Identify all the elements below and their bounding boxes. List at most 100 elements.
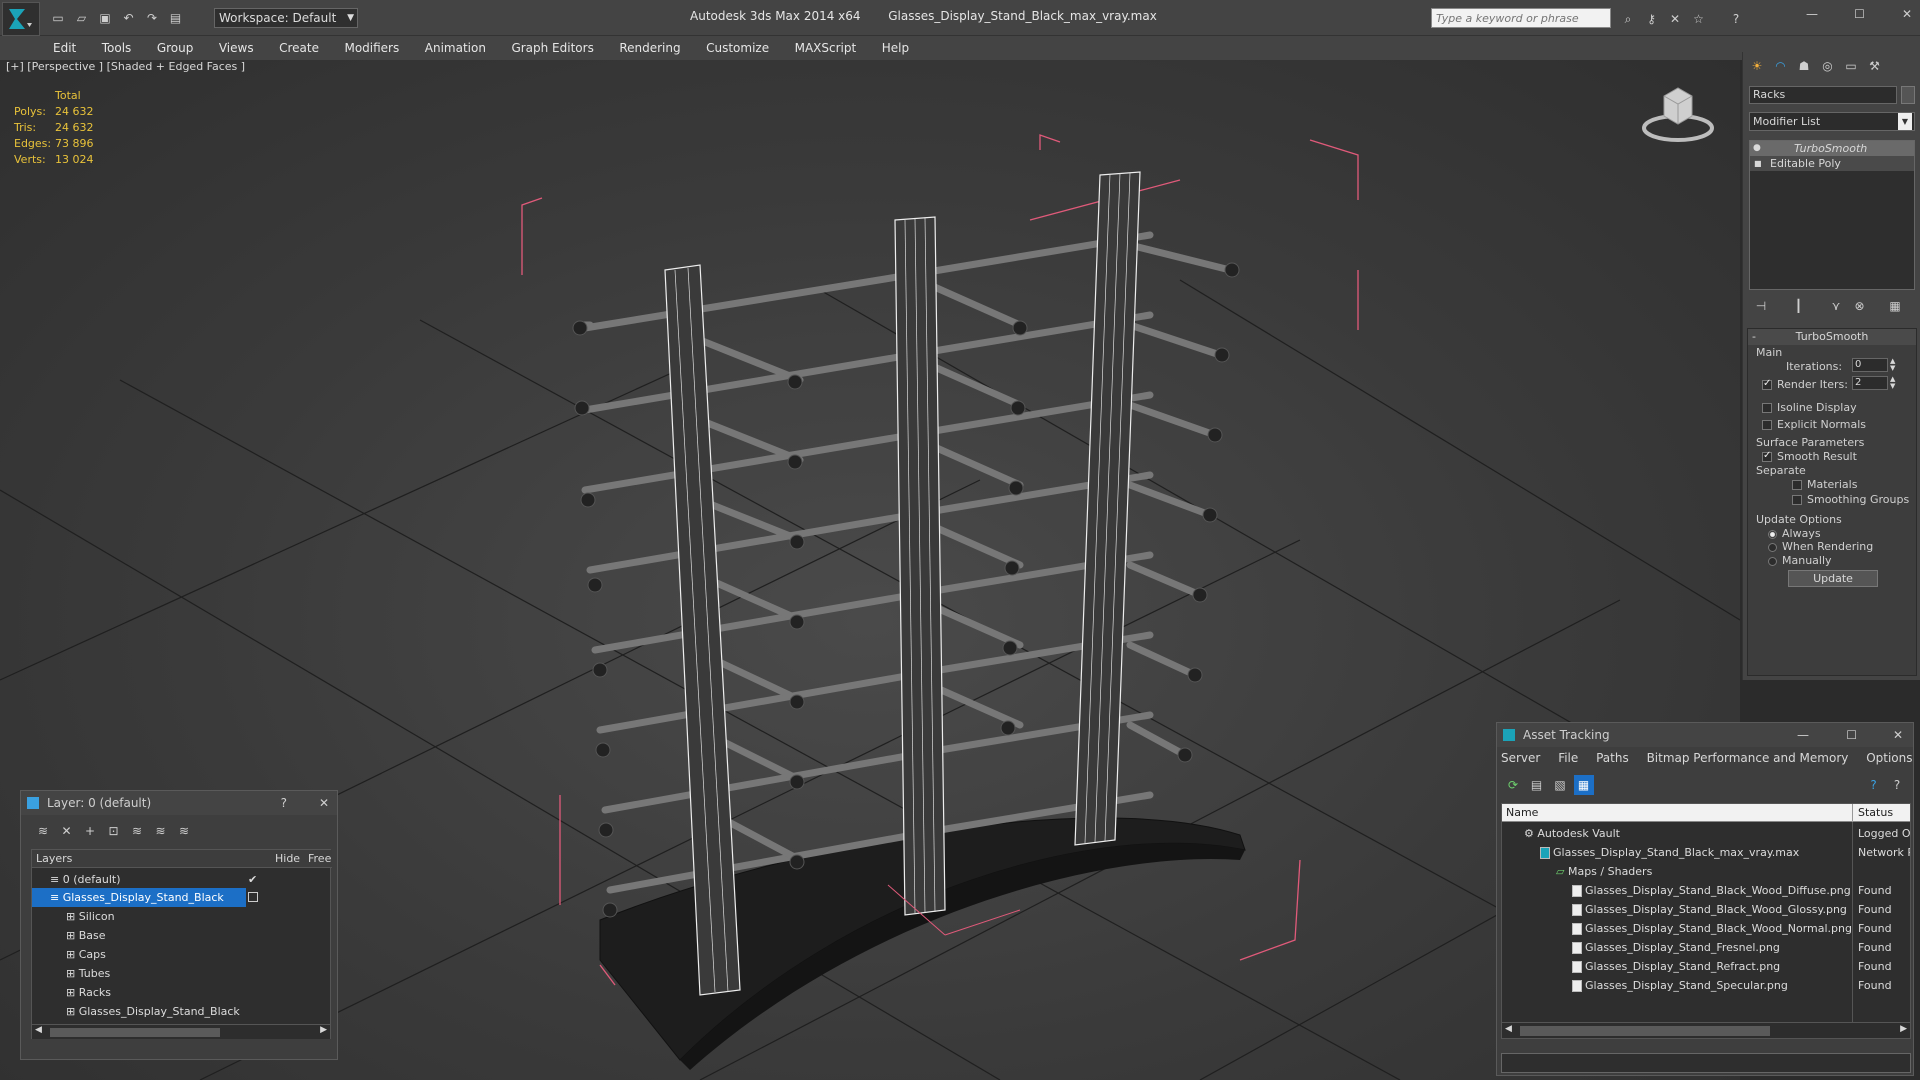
freeze-all-icon[interactable]: ≋ [174,821,194,841]
open-file-icon[interactable]: ▱ [72,8,92,28]
update-button[interactable]: Update [1788,570,1878,587]
always-row[interactable]: Always [1768,527,1821,540]
viewcube[interactable] [1640,82,1716,146]
asset-menu-bitmap[interactable]: Bitmap Performance and Memory [1647,751,1849,765]
modifier-list-dropdown[interactable]: Modifier List ▼ [1749,112,1915,131]
search-input[interactable] [1431,8,1611,28]
thumbnail-view-icon[interactable]: ▧ [1550,775,1570,795]
list-view-icon[interactable]: ▤ [1527,775,1547,795]
expand-icon[interactable]: ■ [1754,156,1762,171]
smoothing-groups-checkbox[interactable] [1792,495,1802,505]
refresh-icon[interactable]: ⟳ [1503,775,1523,795]
save-file-icon[interactable]: ▣ [95,8,115,28]
remove-modifier-icon[interactable]: ⊗ [1850,296,1870,316]
layer-window-titlebar[interactable]: Layer: 0 (default) ? ✕ [21,791,337,815]
asset-scrollbar[interactable]: ◀ ▶ [1502,1022,1910,1038]
layer-row[interactable]: ⊞ Silicon [32,907,332,926]
modify-icon[interactable]: ◠ [1771,56,1791,76]
maximize-icon[interactable]: ☐ [1846,723,1857,747]
hide-all-icon[interactable]: ≋ [151,821,171,841]
scroll-thumb[interactable] [50,1028,220,1037]
asset-row[interactable]: Glasses_Display_Stand_Black_max_vray.max… [1502,843,1910,862]
scroll-thumb[interactable] [1520,1026,1770,1036]
sun-icon[interactable]: ☀ [1747,56,1767,76]
select-objects-icon[interactable]: ⊡ [104,821,124,841]
scroll-left-icon[interactable]: ◀ [35,1025,42,1035]
add-layer-icon[interactable]: + [80,821,100,841]
stack-item-turbosmooth[interactable]: ● TurboSmooth [1750,141,1914,156]
layer-row[interactable]: ⊞ Base [32,926,332,945]
asset-menu-file[interactable]: File [1558,751,1578,765]
scroll-right-icon[interactable]: ▶ [1900,1024,1907,1034]
asset-row[interactable]: ▱ Maps / Shaders [1502,862,1910,881]
menu-item-maxscript[interactable]: MAXScript [784,36,868,60]
layer-row[interactable]: ≡ Glasses_Display_Stand_Black [32,888,246,907]
layer-row[interactable]: ⊞ Tubes [32,964,332,983]
smooth-result-row[interactable]: Smooth Result [1762,450,1857,463]
help-icon[interactable]: ? [1864,775,1884,795]
utilities-icon[interactable]: ⚒ [1865,56,1885,76]
col-hide[interactable]: Hide [275,852,300,865]
asset-row[interactable]: Glasses_Display_Stand_Refract.png Found [1502,957,1910,976]
asset-menu-paths[interactable]: Paths [1596,751,1629,765]
menu-item-animation[interactable]: Animation [414,36,497,60]
asset-menu-server[interactable]: Server [1501,751,1540,765]
close-icon[interactable]: ✕ [1893,723,1903,747]
render-iters-checkbox[interactable] [1762,378,1772,390]
asset-window-titlebar[interactable]: Asset Tracking — ☐ ✕ [1497,723,1913,747]
pin-stack-icon[interactable]: ⊣ [1751,296,1771,316]
smooth-result-checkbox[interactable] [1762,450,1772,462]
menu-item-tools[interactable]: Tools [91,36,143,60]
when-rendering-row[interactable]: When Rendering [1768,540,1873,553]
help-icon[interactable]: ? [1726,9,1746,29]
layer-row[interactable]: ≡ 0 (default) ✔ [32,870,332,889]
layer-stack-icon[interactable]: ≋ [33,821,53,841]
tools-icon[interactable]: ✕ [1665,9,1685,29]
maximize-icon[interactable]: ☐ [1838,4,1882,24]
rollout-header[interactable]: - TurboSmooth [1748,329,1916,345]
menu-item-create[interactable]: Create [268,36,330,60]
app-logo[interactable] [2,2,40,36]
menu-item-edit[interactable]: Edit [42,36,87,60]
asset-row[interactable]: Glasses_Display_Stand_Black_Wood_Diffuse… [1502,881,1910,900]
layer-row[interactable]: ⊞ Racks [32,983,332,1002]
menu-item-modifiers[interactable]: Modifiers [333,36,410,60]
render-iters-row[interactable]: Render Iters: [1762,378,1848,391]
col-layers[interactable]: Layers [36,852,72,865]
render-iters-spinner[interactable]: 2 [1852,376,1888,390]
project-folder-icon[interactable]: ▤ [166,8,186,28]
spinner-arrows-icon[interactable]: ▲ ▼ [1890,376,1895,390]
search-field[interactable] [1432,9,1610,27]
close-icon[interactable]: ✕ [1885,4,1920,24]
help-icon[interactable]: ? [281,791,287,815]
asset-row[interactable]: Glasses_Display_Stand_Specular.png Found [1502,976,1910,995]
menu-item-views[interactable]: Views [208,36,265,60]
workspace-dropdown[interactable]: Workspace: Default ▼ [214,8,358,28]
explicit-normals-row[interactable]: Explicit Normals [1762,418,1866,431]
manually-radio[interactable] [1768,556,1777,566]
lightbulb-icon[interactable]: ● [1753,141,1761,156]
menu-item-rendering[interactable]: Rendering [608,36,691,60]
configure-sets-icon[interactable]: ▦ [1885,296,1905,316]
materials-row[interactable]: Materials [1792,478,1857,491]
table-view-icon[interactable]: ▦ [1573,775,1594,795]
iterations-spinner[interactable]: 0 [1852,358,1888,372]
context-help-icon[interactable]: ? [1887,775,1907,795]
col-freeze[interactable]: Free [308,852,331,865]
viewport-label[interactable]: [+] [Perspective ] [Shaded + Edged Faces… [6,60,245,73]
key-icon[interactable]: ⚷ [1642,9,1662,29]
menu-item-group[interactable]: Group [146,36,205,60]
hierarchy-icon[interactable]: ☗ [1794,56,1814,76]
menu-item-graph-editors[interactable]: Graph Editors [500,36,604,60]
motion-icon[interactable]: ◎ [1818,56,1838,76]
layer-row[interactable]: ⊞ Caps [32,945,332,964]
explicit-normals-checkbox[interactable] [1762,420,1772,430]
stack-item-editable-poly[interactable]: ■ Editable Poly [1750,156,1914,171]
layer-scrollbar[interactable]: ◀ ▶ [32,1024,330,1039]
manually-row[interactable]: Manually [1768,554,1832,567]
menu-item-customize[interactable]: Customize [695,36,780,60]
highlight-layer-icon[interactable]: ≋ [127,821,147,841]
star-icon[interactable]: ☆ [1689,9,1709,29]
delete-layer-icon[interactable]: ✕ [57,821,77,841]
asset-row[interactable]: ⚙ Autodesk Vault Logged Ou [1502,824,1910,843]
